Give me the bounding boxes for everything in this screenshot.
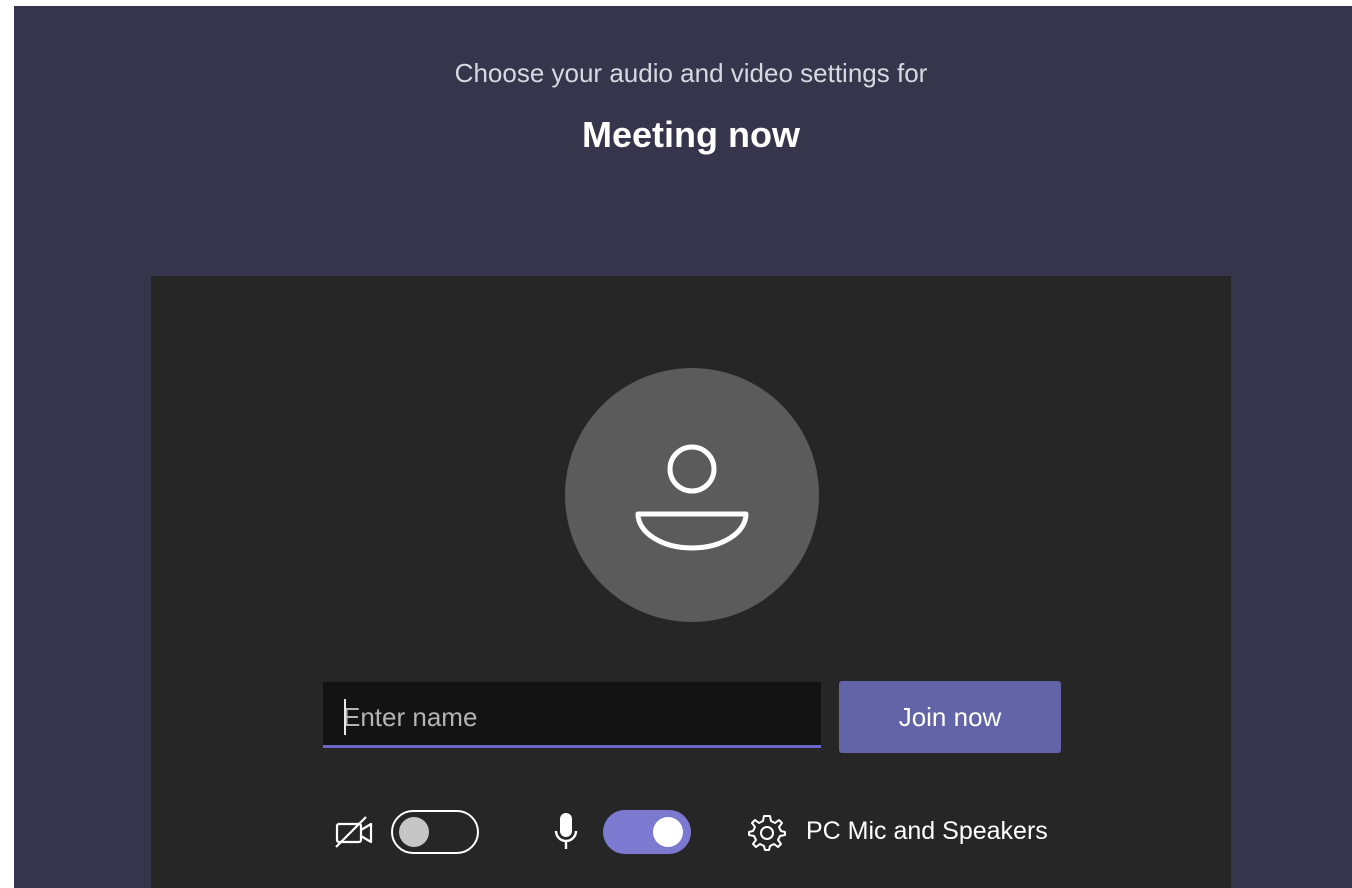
microphone-toggle[interactable] xyxy=(603,810,691,854)
pre-join-screen: Choose your audio and video settings for… xyxy=(14,6,1352,888)
microphone-icon xyxy=(554,813,578,849)
person-icon xyxy=(635,444,749,551)
gear-icon[interactable] xyxy=(747,812,787,852)
avatar xyxy=(565,368,819,622)
audio-device-settings[interactable]: PC Mic and Speakers xyxy=(806,817,1048,846)
text-caret xyxy=(344,699,346,735)
settings-subtitle: Choose your audio and video settings for xyxy=(454,58,928,88)
meeting-title: Meeting now xyxy=(582,114,800,155)
microphone-toggle-knob xyxy=(653,817,683,847)
name-input[interactable] xyxy=(323,682,821,748)
camera-off-icon xyxy=(335,816,373,848)
join-now-button[interactable]: Join now xyxy=(839,681,1061,753)
camera-toggle-knob xyxy=(399,817,429,847)
camera-toggle[interactable] xyxy=(391,810,479,854)
video-preview: Join now PC Mic and Speakers xyxy=(151,276,1231,888)
